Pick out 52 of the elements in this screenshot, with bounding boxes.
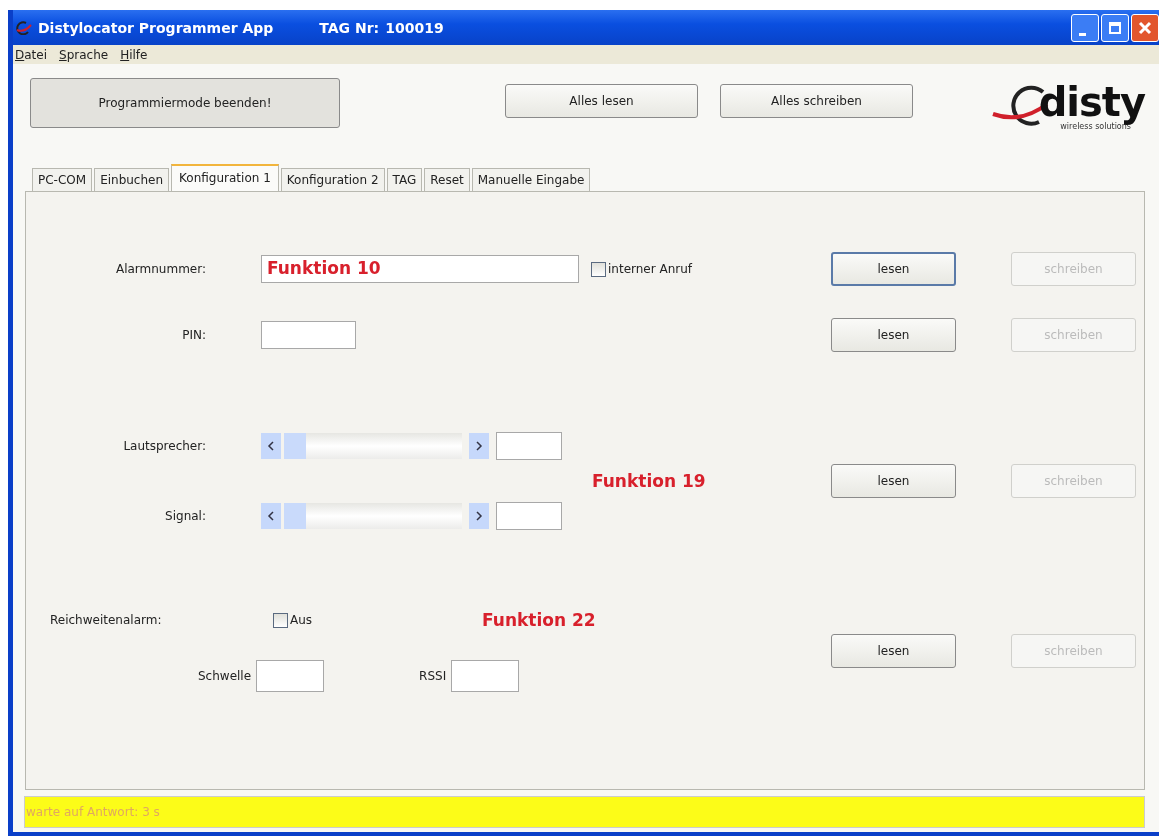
- slider-track[interactable]: [284, 503, 462, 529]
- annotation-label: Funktion 19: [592, 471, 706, 491]
- read-button[interactable]: lesen: [831, 318, 956, 352]
- checkbox[interactable]: [273, 612, 288, 628]
- annotation-label: Funktion 22: [482, 610, 596, 630]
- tab[interactable]: Einbuchen: [94, 168, 170, 191]
- write-all-button[interactable]: Alles schreiben: [720, 84, 913, 118]
- value-field[interactable]: [496, 502, 562, 530]
- field-label: Reichweitenalarm:: [49, 613, 163, 627]
- tab[interactable]: Manuelle Eingabe: [471, 168, 591, 191]
- slider-label: Signal:: [164, 509, 206, 523]
- minimize-icon: [1079, 33, 1086, 36]
- field-label: RSSI: [419, 669, 447, 683]
- slider-thumb[interactable]: [284, 503, 306, 529]
- status-text: warte auf Antwort: 3 s: [25, 805, 160, 819]
- tab[interactable]: PC-COM: [32, 168, 93, 191]
- menu-item[interactable]: Hilfe: [120, 47, 148, 62]
- tab[interactable]: Reset: [424, 168, 470, 191]
- field-label: Alarmnummer:: [114, 262, 206, 276]
- menu-item[interactable]: Datei: [15, 47, 48, 62]
- window-title: Distylocator Programmer App: [38, 19, 274, 36]
- alarm-number-field[interactable]: [261, 255, 579, 283]
- app-icon: [16, 20, 32, 35]
- menu-item[interactable]: Sprache: [59, 47, 109, 62]
- read-all-button[interactable]: Alles lesen: [505, 84, 698, 118]
- close-icon: [1138, 20, 1152, 35]
- tab[interactable]: Konfiguration 2: [280, 168, 385, 191]
- pin-field[interactable]: [261, 321, 356, 349]
- field-label: PIN:: [181, 328, 206, 342]
- exit-programming-button[interactable]: Programmiermode beenden!: [30, 78, 340, 128]
- slider-thumb[interactable]: [284, 433, 306, 459]
- tag-label: TAG Nr:: [319, 19, 380, 36]
- tab[interactable]: TAG: [386, 168, 423, 191]
- read-button[interactable]: lesen: [831, 464, 956, 498]
- checkbox[interactable]: [591, 261, 606, 277]
- tag-number: 100019: [385, 19, 444, 36]
- input-field[interactable]: [451, 660, 520, 692]
- slider-track[interactable]: [284, 433, 462, 459]
- slider-label: Lautsprecher:: [122, 439, 206, 453]
- checkbox-label: Aus: [290, 613, 313, 627]
- minimize-button[interactable]: [1071, 13, 1099, 42]
- maximize-button[interactable]: [1101, 13, 1129, 42]
- checkbox-label: interner Anruf: [608, 262, 693, 276]
- maximize-icon: [1108, 20, 1122, 35]
- value-field[interactable]: [496, 432, 562, 460]
- annotation-label: Funktion 10: [267, 258, 381, 278]
- close-button[interactable]: [1131, 13, 1159, 42]
- read-button[interactable]: lesen: [831, 634, 956, 668]
- field-label: Schwelle: [198, 669, 252, 683]
- tab[interactable]: Konfiguration 1: [171, 164, 279, 192]
- input-field[interactable]: [256, 660, 325, 692]
- read-button[interactable]: lesen: [831, 252, 956, 286]
